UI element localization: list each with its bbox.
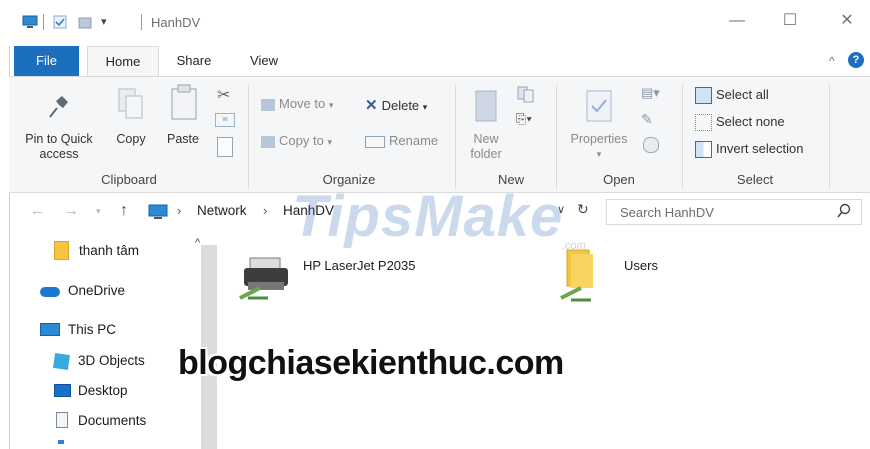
nav-label: thanh tâm xyxy=(79,243,140,258)
tipsmake-watermark-suffix: .com xyxy=(562,240,586,252)
maximize-button[interactable]: ☐ xyxy=(779,10,801,32)
select-all-button[interactable]: Select all xyxy=(695,87,769,105)
new-item-icon[interactable] xyxy=(516,85,538,106)
move-to-button[interactable]: Move to ▾ xyxy=(261,96,333,111)
collapse-ribbon-icon[interactable]: ^ xyxy=(829,54,835,68)
invert-selection-label: Invert selection xyxy=(716,141,804,156)
pin-icon xyxy=(47,93,71,122)
open-icon[interactable]: ▤▾ xyxy=(641,85,660,101)
item-hp-laserjet[interactable]: HP LaserJet P2035 xyxy=(303,258,416,273)
this-pc-icon[interactable] xyxy=(22,15,38,29)
new-folder-icon xyxy=(475,87,501,126)
desktop-icon xyxy=(54,384,71,397)
folder-icon xyxy=(54,241,69,260)
copy-to-icon xyxy=(261,135,275,148)
network-pc-icon xyxy=(148,204,168,223)
move-to-icon xyxy=(261,98,275,111)
help-icon[interactable]: ? xyxy=(848,52,864,68)
tab-view[interactable]: View xyxy=(240,46,288,76)
paste-shortcut-icon[interactable] xyxy=(217,137,233,157)
copy-to-button[interactable]: Copy to ▾ xyxy=(261,133,332,148)
close-button[interactable]: ✕ xyxy=(836,10,858,32)
new-folder-label-line1: New xyxy=(473,132,499,146)
properties-button[interactable]: Properties ▾ xyxy=(564,132,634,162)
nav-label: Desktop xyxy=(78,383,128,398)
properties-qat-icon[interactable] xyxy=(53,15,67,29)
scroll-up-icon[interactable]: ^ xyxy=(195,237,200,249)
properties-label: Properties xyxy=(570,132,628,146)
new-folder-qat-icon[interactable] xyxy=(78,15,92,29)
move-to-label: Move to xyxy=(279,96,326,111)
select-all-label: Select all xyxy=(716,87,769,102)
cut-icon[interactable]: ✂ xyxy=(217,85,230,105)
qat-dropdown-icon[interactable]: ▾ xyxy=(101,15,115,29)
properties-icon xyxy=(585,89,615,126)
select-none-button[interactable]: Select none xyxy=(695,114,785,132)
item-users[interactable]: Users xyxy=(624,258,658,273)
new-folder-button[interactable]: New folder xyxy=(461,132,511,162)
ribbon: Pin to Quick access Copy Paste ✂ w Clipb… xyxy=(9,76,870,193)
search-input[interactable]: Search HanhDV xyxy=(606,199,862,225)
nav-label: Documents xyxy=(78,413,147,428)
select-none-icon xyxy=(695,114,712,132)
tab-file[interactable]: File xyxy=(14,46,79,76)
rename-button[interactable]: Rename xyxy=(365,133,438,148)
delete-button[interactable]: ✕ Delete ▾ xyxy=(365,96,427,114)
up-arrow-icon[interactable]: ↑ xyxy=(120,202,128,220)
pin-label-line2: access xyxy=(39,147,79,161)
forward-arrow-icon[interactable]: → xyxy=(64,202,79,219)
select-none-label: Select none xyxy=(716,114,785,129)
clipboard-group-label: Clipboard xyxy=(101,172,157,187)
rename-icon xyxy=(365,135,385,148)
nav-label: OneDrive xyxy=(68,283,126,298)
copy-button[interactable]: Copy xyxy=(111,132,151,147)
pin-label-line1: Pin to Quick xyxy=(25,132,93,146)
invert-selection-button[interactable]: Invert selection xyxy=(695,141,804,159)
3d-objects-icon xyxy=(53,353,70,370)
delete-label: Delete xyxy=(381,98,420,113)
rename-label: Rename xyxy=(389,133,439,148)
printer-icon xyxy=(238,252,296,305)
edit-icon[interactable]: ✎ xyxy=(641,111,653,128)
shared-folder-icon xyxy=(557,246,605,309)
new-folder-label-line2: folder xyxy=(470,147,502,161)
refresh-icon[interactable]: ↻ xyxy=(577,201,589,218)
tab-share[interactable]: Share xyxy=(168,46,220,76)
minimize-button[interactable]: — xyxy=(726,10,748,32)
open-group-label: Open xyxy=(603,172,635,187)
search-placeholder: Search HanhDV xyxy=(620,205,714,220)
title-bar: ▾ HanhDV — ☐ ✕ xyxy=(0,0,870,46)
downloads-icon xyxy=(58,440,64,444)
onedrive-cloud-icon xyxy=(40,287,60,297)
breadcrumb-network[interactable]: Network xyxy=(197,203,247,218)
copy-to-label: Copy to xyxy=(279,133,324,148)
ribbon-tabs: File Home Share View ^ ? xyxy=(0,46,870,76)
back-arrow-icon[interactable]: ← xyxy=(30,202,45,219)
select-all-icon xyxy=(695,87,712,105)
navigation-pane: thanh tâm ^ OneDrive This PC 3D Objects … xyxy=(9,231,217,449)
history-icon[interactable] xyxy=(643,137,659,153)
tipsmake-watermark: TipsMake xyxy=(292,184,564,249)
tab-home[interactable]: Home xyxy=(87,46,159,76)
nav-label: This PC xyxy=(68,322,117,337)
invert-selection-icon xyxy=(695,141,712,159)
this-pc-nav-icon xyxy=(40,323,60,336)
search-icon[interactable] xyxy=(837,203,851,222)
nav-label: 3D Objects xyxy=(78,353,145,368)
paste-icon xyxy=(170,84,198,125)
blog-watermark: blogchiasekienthuc.com xyxy=(178,344,564,382)
pin-to-quick-access-button[interactable]: Pin to Quick access xyxy=(11,132,107,162)
window-title: HanhDV xyxy=(151,15,201,30)
documents-icon xyxy=(56,412,68,428)
select-group-label: Select xyxy=(736,172,774,187)
paste-button[interactable]: Paste xyxy=(162,132,204,147)
recent-locations-icon[interactable]: ▾ xyxy=(96,206,101,217)
copy-path-icon[interactable]: w xyxy=(215,113,235,127)
easy-access-icon[interactable]: ⎘▾ xyxy=(516,111,532,127)
copy-icon xyxy=(117,87,145,126)
delete-icon: ✕ xyxy=(365,97,378,114)
